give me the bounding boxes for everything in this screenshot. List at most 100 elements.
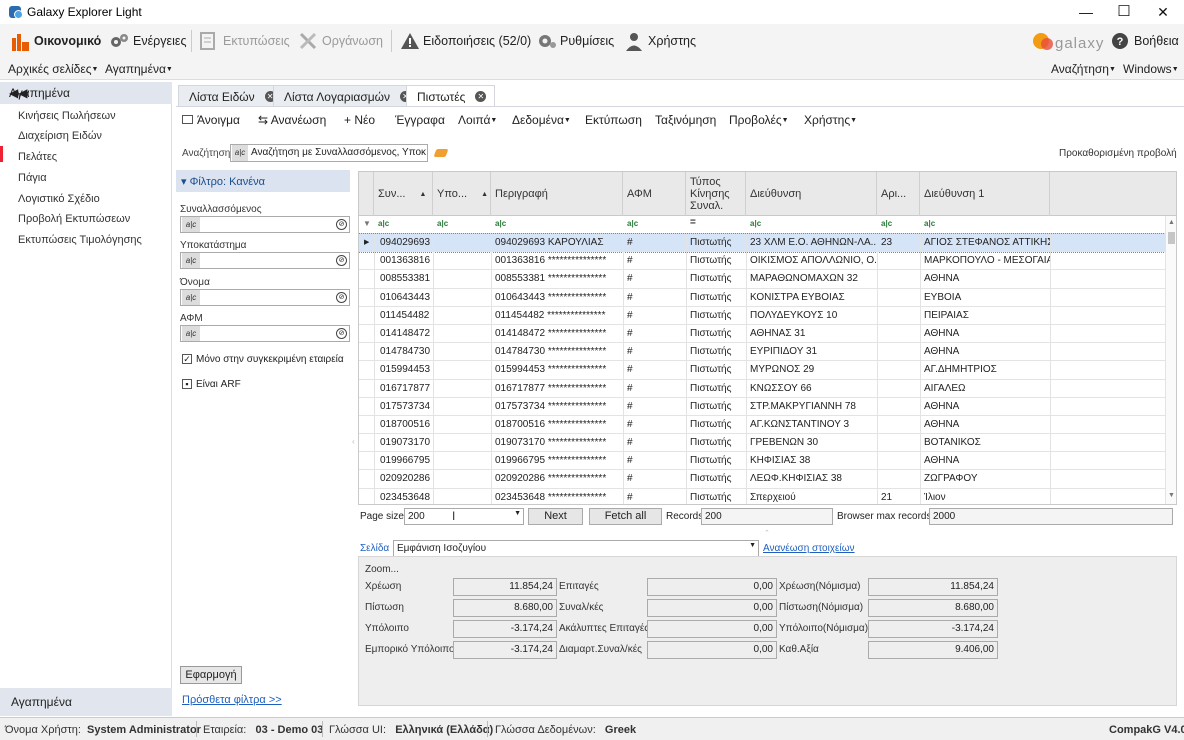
clear-icon[interactable]: ⊘ [336,219,347,230]
table-row[interactable]: 014148472 014148472 *************** # Πιστω… [359,325,1165,344]
tab-creditors[interactable]: Πιστωτές ✕ [406,85,496,107]
close-window-button[interactable]: ✕ [1143,0,1183,24]
vat-field[interactable]: a|c ⊘ [180,325,350,342]
data-menu[interactable]: Δεδομένα▼ [512,113,571,127]
maximize-button[interactable]: ☐ [1104,0,1144,24]
module-button[interactable]: Οικονομικό [11,32,101,51]
user-menu[interactable]: Χρήστης▼ [804,113,857,127]
windows-menu[interactable]: Windows▼ [1123,62,1179,76]
table-row[interactable]: 011454482 011454482 *************** # Πιστω… [359,307,1165,325]
table-cell: Πιστωτής [690,418,732,430]
print-button[interactable]: Εκτύπωση [585,113,642,127]
column-header[interactable]: Τύπος Κίνησης Συναλ. [686,172,746,216]
branch-field[interactable]: a|c ⊘ [180,252,350,269]
is-arf-checkbox[interactable]: ▪ [182,379,192,389]
table-row[interactable]: 001363816 001363816 *************** # Πιστω… [359,252,1165,271]
sidebar-item-sales-movements[interactable]: Κινήσεις Πωλήσεων [18,110,116,122]
notifications-button[interactable]: Ειδοποιήσεις (52/0) [400,32,531,50]
filter-header[interactable]: ▾ Φίλτρο: Κανένα [176,170,350,192]
sort-button[interactable]: Ταξινόμηση [655,113,716,127]
table-row[interactable]: 019966795 019966795 *************** # Πιστω… [359,452,1165,471]
table-row[interactable]: 017573734 017573734 *************** # Πιστω… [359,398,1165,416]
column-header[interactable]: ΑΦΜ [623,172,686,216]
table-row[interactable]: 018700516 018700516 *************** # Πιστω… [359,416,1165,435]
default-view-label[interactable]: Προκαθορισμένη προβολή [1059,148,1177,159]
apply-button[interactable]: Εφαρμογή [180,666,242,684]
actions-button[interactable]: Ενέργειες [110,32,186,50]
close-tab-icon[interactable]: ✕ [475,91,487,102]
scroll-thumb[interactable] [1168,232,1175,244]
sidebar-item-customers[interactable]: Πελάτες [18,151,57,163]
text-filter-icon[interactable]: a|c [924,219,935,228]
table-row[interactable]: 010643443 010643443 *************** # Πιστω… [359,289,1165,307]
table-row[interactable]: 023453648 023453648 *************** # Πιστω… [359,489,1165,504]
clear-icon[interactable]: ⊘ [336,292,347,303]
search-input[interactable]: a|c Αναζήτηση με Συναλλασσόμενος, Υποκατ [230,144,428,162]
name-field[interactable]: a|c ⊘ [180,289,350,306]
only-company-checkbox[interactable]: ✓ [182,354,192,364]
chevron-down-icon[interactable]: ▼ [749,542,756,549]
column-header[interactable]: Συν... ▲ [374,172,433,216]
refresh-data-link[interactable]: Ανανέωση στοιχείων [763,543,855,554]
sidebar-footer[interactable]: Αγαπημένα [0,688,172,716]
column-header[interactable]: Υπο... ▲ [433,172,491,216]
sidebar-item-fixed-assets[interactable]: Πάγια [18,172,47,184]
new-button[interactable]: + Νέο [344,113,375,127]
organization-button[interactable]: Οργάνωση [299,32,383,50]
user-button[interactable]: Χρήστης [625,32,696,51]
views-menu[interactable]: Προβολές▼ [729,113,789,127]
settings-button[interactable]: Ρυθμίσεις [537,32,614,50]
sidebar-item-items-management[interactable]: Διαχείριση Ειδών [18,130,102,142]
column-header[interactable]: Διεύθυνση [746,172,877,216]
column-header[interactable]: Αρι... [877,172,920,216]
splitter-handle[interactable]: ‹ [352,437,355,446]
text-filter-icon[interactable]: a|c [437,219,448,228]
page-select[interactable]: Εμφάνιση Ισοζυγίου ▼ [393,540,759,557]
prints-button[interactable]: Εκτυπώσεις [200,32,290,50]
favorites-menu[interactable]: Αγαπημένα▼ [105,62,173,76]
table-row[interactable]: 014784730 014784730 *************** # Πιστω… [359,343,1165,362]
table-row[interactable]: 019073170 019073170 *************** # Πιστω… [359,434,1165,453]
home-pages-menu[interactable]: Αρχικές σελίδες▼ [8,62,98,76]
scroll-down-icon[interactable]: ▼ [1168,492,1175,499]
equals-filter-icon[interactable]: = [690,217,696,228]
tab-accounts-list[interactable]: Λίστα Λογαριασμών✕ [273,85,421,107]
text-filter-icon[interactable]: a|c [750,219,761,228]
search-menu[interactable]: Αναζήτηση▼ [1051,62,1116,76]
scroll-up-icon[interactable]: ▲ [1168,219,1175,226]
minimize-button[interactable]: — [1066,0,1106,24]
text-filter-icon[interactable]: a|c [881,219,892,228]
text-filter-icon[interactable]: a|c [495,219,506,228]
next-button[interactable]: Next [528,508,583,525]
tab-items-list[interactable]: Λίστα Ειδών ✕ [178,85,285,107]
zoom-link[interactable]: Zoom... [365,564,399,575]
open-button[interactable]: Άνοιγμα [182,113,240,127]
chevron-down-icon[interactable]: ▼ [514,510,521,517]
sidebar-item-chart-of-accounts[interactable]: Λογιστικό Σχέδιο [18,193,100,205]
table-row[interactable]: 008553381 008553381 *************** # Πιστω… [359,270,1165,289]
table-row[interactable]: ▶ 094029693 094029693 ΚΑΡΟΥΛΙΑΣ # Πιστωτής 23… [359,232,1166,254]
fetch-all-button[interactable]: Fetch all [589,508,662,525]
other-menu[interactable]: Λοιπά▼ [458,113,497,127]
help-button[interactable]: ? Βοήθεια [1111,32,1179,50]
page-size-select[interactable]: 200 I ▼ [404,508,524,525]
text-filter-icon[interactable]: a|c [627,219,638,228]
clear-icon[interactable]: ⊘ [336,328,347,339]
eraser-icon[interactable] [433,149,449,157]
clear-icon[interactable]: ⊘ [336,255,347,266]
sidebar-item-invoicing-prints[interactable]: Εκτυπώσεις Τιμολόγησης [18,234,142,246]
column-header[interactable]: Περιγραφή [491,172,623,216]
refresh-button[interactable]: ⇆ Ανανέωση [258,113,326,127]
vertical-scrollbar[interactable]: ▲ ▼ [1165,216,1176,504]
splitter-handle[interactable]: ⌃ [764,529,770,537]
collapse-icon[interactable]: ◀◀ [9,86,164,100]
column-header[interactable]: Διεύθυνση 1 [920,172,1050,216]
text-filter-icon[interactable]: a|c [378,219,389,228]
table-row[interactable]: 020920286 020920286 *************** # Πιστω… [359,470,1165,489]
counterparty-field[interactable]: a|c ⊘ [180,216,350,233]
more-filters-link[interactable]: Πρόσθετα φίλτρα >> [182,694,282,706]
documents-button[interactable]: Έγγραφα [395,113,445,127]
sidebar-item-print-preview[interactable]: Προβολή Εκτυπώσεων [18,213,130,225]
table-row[interactable]: 016717877 016717877 *************** # Πιστω… [359,380,1165,398]
table-row[interactable]: 015994453 015994453 *************** # Πιστω… [359,361,1165,380]
